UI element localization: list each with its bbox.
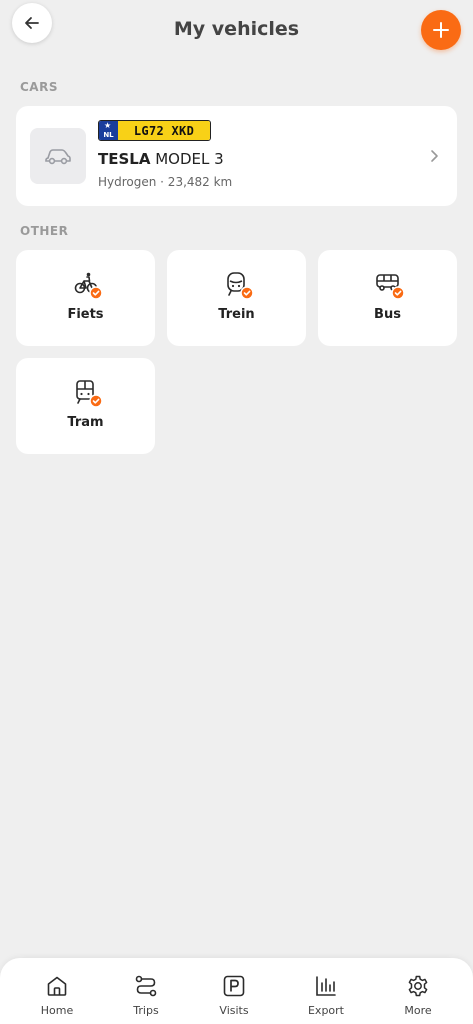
vehicle-tile-label: Trein: [218, 307, 255, 322]
nav-item-home[interactable]: Home: [17, 958, 97, 1024]
license-plate: ★ NL LG72 XKD: [98, 120, 211, 141]
nav-label: Home: [40, 1004, 74, 1017]
plate-country-code: NL: [103, 131, 114, 139]
car-model: MODEL 3: [155, 150, 224, 168]
route-icon: [135, 975, 157, 997]
section-label-other: OTHER: [20, 224, 69, 238]
nav-item-more[interactable]: More: [378, 958, 458, 1024]
nav-item-export[interactable]: Export: [286, 958, 366, 1024]
train-icon: [227, 272, 254, 300]
vehicle-tile-label: Fiets: [67, 307, 104, 322]
plate-country-badge: ★ NL: [99, 121, 118, 140]
tram-icon: [76, 380, 103, 408]
vehicle-tile-tram[interactable]: Tram: [16, 358, 155, 454]
nav-label: Trips: [133, 1004, 159, 1017]
bicycle-icon: [74, 272, 103, 300]
bottom-navigation: Home Trips Visits Export More: [0, 958, 473, 1024]
chevron-right-icon: [431, 150, 438, 162]
vehicles-screen: My vehicles CARS ★ NL LG72 XKD TESLA MOD…: [0, 0, 473, 1024]
nav-label: More: [404, 1004, 432, 1017]
header: My vehicles: [0, 0, 473, 60]
bar-chart-icon: [316, 976, 336, 996]
nav-item-trips[interactable]: Trips: [106, 958, 186, 1024]
bus-icon: [376, 274, 405, 300]
vehicle-tile-label: Bus: [374, 307, 401, 322]
car-name: TESLA MODEL 3: [98, 150, 224, 168]
nav-label: Export: [307, 1004, 344, 1017]
car-make: TESLA: [98, 150, 151, 168]
vehicle-tile-bus[interactable]: Bus: [318, 250, 457, 346]
car-meta: Hydrogen · 23,482 km: [98, 175, 233, 189]
eu-star-icon: ★: [104, 121, 112, 130]
nav-item-visits[interactable]: Visits: [194, 958, 274, 1024]
car-card[interactable]: ★ NL LG72 XKD TESLA MODEL 3 Hydrogen · 2…: [16, 106, 457, 206]
vehicle-tile-fiets[interactable]: Fiets: [16, 250, 155, 346]
gear-icon: [408, 975, 428, 997]
car-icon: [45, 149, 71, 165]
car-thumbnail: [30, 128, 86, 184]
nav-label: Visits: [219, 1004, 249, 1017]
vehicle-tile-label: Tram: [67, 415, 104, 430]
add-vehicle-button[interactable]: [421, 10, 461, 50]
plus-icon: [433, 22, 449, 38]
home-icon: [47, 976, 67, 996]
section-label-cars: CARS: [20, 80, 58, 94]
parking-icon: [223, 975, 245, 997]
page-title: My vehicles: [173, 18, 300, 40]
plate-number: LG72 XKD: [118, 121, 210, 140]
vehicle-tile-trein[interactable]: Trein: [167, 250, 306, 346]
